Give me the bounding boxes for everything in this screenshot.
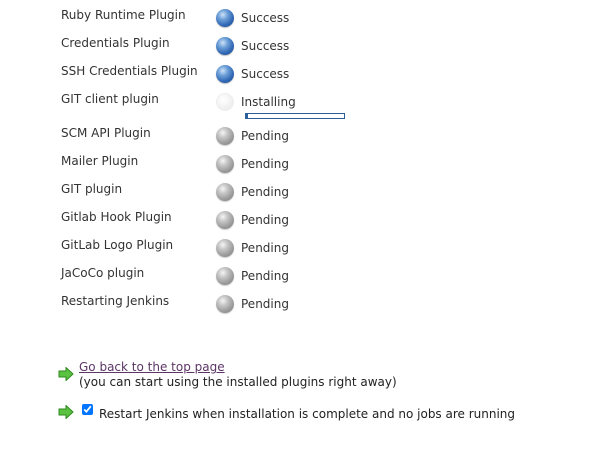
plugin-status: Pending: [241, 213, 289, 227]
grey-ball-icon: [216, 127, 234, 145]
grey-ball-icon: [216, 295, 234, 313]
plugin-row: GIT client plugin Installing: [0, 92, 595, 120]
plugin-status: Success: [241, 39, 290, 53]
plugin-row: SSH Credentials Plugin Success: [0, 64, 595, 92]
plugin-name: GIT plugin: [61, 182, 123, 196]
grey-ball-icon: [216, 239, 234, 257]
plugin-row: Credentials Plugin Success: [0, 36, 595, 64]
plugin-name: SSH Credentials Plugin: [61, 64, 198, 78]
plugin-name: SCM API Plugin: [61, 126, 151, 140]
plugin-row: Restarting Jenkins Pending: [0, 294, 595, 322]
plugin-status: Pending: [241, 269, 289, 283]
plugin-name: GitLab Logo Plugin: [61, 238, 174, 252]
plugin-row: GitLab Logo Plugin Pending: [0, 238, 595, 266]
plugin-row: JaCoCo plugin Pending: [0, 266, 595, 294]
plugin-name: GIT client plugin: [61, 92, 159, 106]
plugin-row: SCM API Plugin Pending: [0, 126, 595, 154]
plugin-name: JaCoCo plugin: [61, 266, 145, 280]
plugin-name: Mailer Plugin: [61, 154, 139, 168]
update-center-page: Ruby Runtime Plugin Success Credentials Pl…: [0, 0, 595, 453]
plugin-row: Gitlab Hook Plugin Pending: [0, 210, 595, 238]
blue-ball-icon: [216, 65, 234, 83]
blue-ball-icon: [216, 37, 234, 55]
green-arrow-icon: [58, 367, 74, 381]
green-arrow-icon: [58, 405, 74, 419]
grey-ball-icon: [216, 211, 234, 229]
plugin-status: Pending: [241, 157, 289, 171]
grey-anime-ball-icon: [216, 93, 234, 111]
plugin-name: Credentials Plugin: [61, 36, 170, 50]
plugin-name: Ruby Runtime Plugin: [61, 8, 186, 22]
plugin-name: Restarting Jenkins: [61, 294, 170, 308]
plugin-status: Success: [241, 67, 290, 81]
plugin-status: Pending: [241, 185, 289, 199]
grey-ball-icon: [216, 267, 234, 285]
restart-jenkins-checkbox[interactable]: [82, 404, 93, 415]
blue-ball-icon: [216, 9, 234, 27]
plugin-row: GIT plugin Pending: [0, 182, 595, 210]
plugin-status: Pending: [241, 129, 289, 143]
grey-ball-icon: [216, 155, 234, 173]
plugin-status: Installing: [241, 95, 296, 109]
install-progress-bar: [245, 113, 345, 119]
plugin-status: Pending: [241, 241, 289, 255]
plugin-row: Ruby Runtime Plugin Success: [0, 8, 595, 36]
plugin-name: Gitlab Hook Plugin: [61, 210, 172, 224]
plugin-row: Mailer Plugin Pending: [0, 154, 595, 182]
restart-jenkins-label[interactable]: Restart Jenkins when installation is com…: [99, 407, 515, 421]
install-progress-fill: [246, 114, 248, 118]
plugin-status: Pending: [241, 297, 289, 311]
grey-ball-icon: [216, 183, 234, 201]
back-to-top-link[interactable]: Go back to the top page: [79, 360, 225, 374]
plugin-status: Success: [241, 11, 290, 25]
back-to-top-note: (you can start using the installed plugi…: [79, 375, 397, 389]
